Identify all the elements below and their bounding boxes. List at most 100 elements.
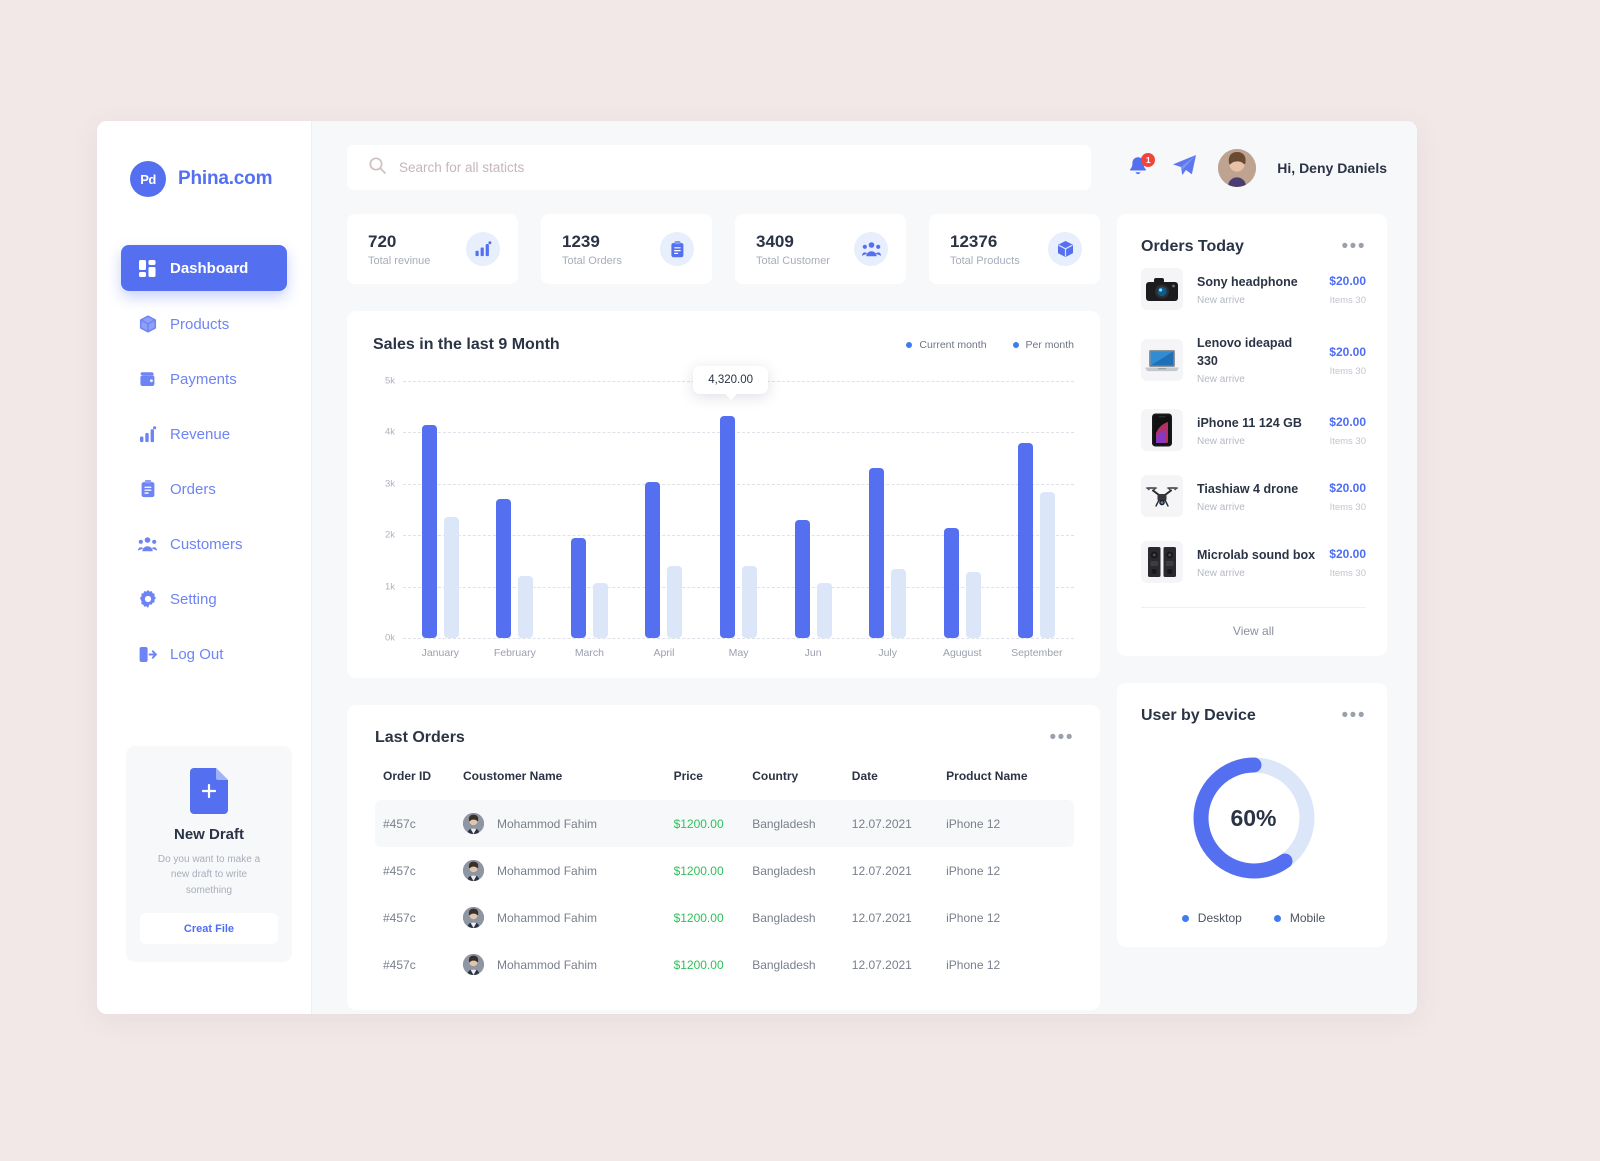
bar-per-month[interactable]	[518, 576, 534, 638]
grid-icon	[138, 259, 157, 278]
wallet-icon	[138, 370, 157, 389]
bar-per-month[interactable]	[742, 566, 758, 638]
bar-current-month[interactable]	[496, 499, 512, 638]
sidebar-item-orders[interactable]: Orders	[121, 467, 287, 511]
cell-order-id: #457c	[383, 957, 416, 972]
avatar	[463, 860, 484, 881]
bar-per-month[interactable]	[816, 582, 832, 638]
bar-current-month[interactable]	[869, 468, 885, 638]
draft-title: New Draft	[173, 825, 244, 843]
bar-group[interactable]	[925, 381, 1000, 638]
bar-group[interactable]	[403, 381, 478, 638]
orders-today-list: Sony headphone New arrive $20.00 Items 30 Le…	[1141, 256, 1366, 595]
x-axis-label: April	[653, 647, 675, 659]
brand[interactable]: Pd Phina.com	[97, 147, 311, 197]
table-row[interactable]: #457c Mohammod Fahim $1200.00 Bangladesh 12.…	[375, 847, 1074, 894]
sidebar-item-logout[interactable]: Log Out	[121, 632, 287, 676]
legend-item-mobile[interactable]: Mobile	[1273, 911, 1326, 925]
y-axis: 0k 1k 2k 3k 4k 5k	[373, 376, 403, 644]
stat-value: 720	[368, 231, 397, 251]
ellipsis-icon[interactable]: •••	[1342, 706, 1366, 726]
stat-label: Total Customer	[756, 255, 830, 268]
legend-item-current-month[interactable]: Current month	[906, 339, 987, 351]
legend-label: Mobile	[1289, 911, 1326, 925]
search-input[interactable]	[399, 160, 1069, 175]
content-area: 720 Total revinue 1239 Total Orders 3409…	[312, 214, 1417, 1014]
bar-per-month[interactable]	[965, 572, 981, 638]
cell-date: 12.07.2021	[851, 957, 912, 972]
legend-dot	[906, 342, 913, 348]
sidebar-item-payments[interactable]: Payments	[121, 357, 287, 401]
cell-product-name: iPhone 12	[946, 863, 1001, 878]
stat-card-total-customer[interactable]: 3409 Total Customer	[735, 214, 906, 284]
speaker-icon	[1141, 541, 1183, 583]
view-all-link[interactable]: View all	[1141, 607, 1366, 638]
stat-card-total-orders[interactable]: 1239 Total Orders	[541, 214, 712, 284]
sidebar-item-customers[interactable]: Customers	[121, 522, 287, 566]
box-icon	[1048, 232, 1082, 266]
right-column: Orders Today ••• Sony headphone New arriv…	[1117, 214, 1417, 1014]
bar-group[interactable]	[552, 381, 627, 638]
logout-icon	[138, 645, 157, 664]
bar-current-month[interactable]	[943, 527, 959, 638]
x-axis-label: March	[574, 647, 604, 659]
brand-monogram-icon: Pd	[130, 161, 166, 197]
send-plane-icon[interactable]	[1172, 154, 1197, 182]
bar-group[interactable]: 4,320.00	[693, 365, 776, 638]
avatar	[463, 907, 484, 928]
bar-group[interactable]	[1000, 381, 1075, 638]
bar-per-month[interactable]	[592, 583, 608, 638]
sidebar-item-revenue[interactable]: Revenue	[121, 412, 287, 456]
left-column: 720 Total revinue 1239 Total Orders 3409…	[312, 214, 1117, 1014]
stat-card-total-revenue[interactable]: 720 Total revinue	[347, 214, 518, 284]
list-item[interactable]: iPhone 11 124 GB New arrive $20.00 Items 30	[1141, 397, 1366, 463]
stat-card-total-products[interactable]: 12376 Total Products	[929, 214, 1100, 284]
order-item-name: Lenovo ideapad 330	[1197, 336, 1293, 368]
bar-per-month[interactable]	[443, 517, 459, 638]
avatar	[463, 954, 484, 975]
sidebar-item-dashboard[interactable]: Dashboard	[121, 245, 287, 291]
table-header-row: Order ID Coustomer Name Price Country Date Pr…	[375, 769, 1074, 800]
table-row[interactable]: #457c Mohammod Fahim $1200.00 Bangladesh 12.…	[375, 941, 1074, 988]
cell-date: 12.07.2021	[851, 863, 912, 878]
bar-per-month[interactable]	[891, 568, 907, 638]
ellipsis-icon[interactable]: •••	[1342, 237, 1366, 257]
search-bar[interactable]	[347, 145, 1091, 190]
bar-current-month[interactable]	[645, 482, 661, 638]
bar-current-month[interactable]	[421, 424, 437, 638]
draft-description: Do you want to make a new draft to write…	[157, 853, 261, 896]
legend-item-per-month[interactable]: Per month	[1012, 339, 1074, 351]
sidebar-item-label: Payments	[170, 370, 237, 388]
sidebar-item-setting[interactable]: Setting	[121, 577, 287, 621]
create-file-button[interactable]: Creat File	[140, 913, 278, 944]
bar-current-month[interactable]	[1018, 442, 1034, 638]
main-area: 1 Hi, Deny Daniels	[312, 121, 1417, 1014]
notification-badge: 1	[1141, 152, 1156, 167]
list-item[interactable]: Microlab sound box New arrive $20.00 Items …	[1141, 529, 1366, 595]
bar-per-month[interactable]	[667, 566, 683, 638]
ellipsis-icon[interactable]: •••	[1050, 728, 1074, 748]
legend-item-desktop[interactable]: Desktop	[1181, 911, 1242, 925]
bar-current-month[interactable]	[720, 415, 736, 638]
sidebar-item-products[interactable]: Products	[121, 302, 287, 346]
bar-current-month[interactable]	[794, 519, 810, 638]
table-row[interactable]: #457c Mohammod Fahim $1200.00 Bangladesh 12.…	[375, 800, 1074, 847]
last-orders-table: Order ID Coustomer Name Price Country Date Pr…	[375, 769, 1074, 988]
cell-product-name: iPhone 12	[946, 800, 1074, 847]
notification-bell[interactable]: 1	[1127, 152, 1156, 181]
list-item[interactable]: Tiashiaw 4 drone New arrive $20.00 Items 30	[1141, 463, 1366, 529]
bar-per-month[interactable]	[1040, 491, 1056, 638]
stat-label: Total Orders	[562, 255, 622, 268]
cell-customer-name: Mohammod Fahim	[463, 800, 674, 847]
sidebar-item-label: Orders	[170, 480, 216, 498]
table-row[interactable]: #457c Mohammod Fahim $1200.00 Bangladesh 12.…	[375, 894, 1074, 941]
bar-current-month[interactable]	[570, 537, 586, 638]
sidebar-item-label: Revenue	[170, 425, 231, 443]
list-item[interactable]: Lenovo ideapad 330 New arrive $20.00 Items …	[1141, 322, 1366, 397]
bar-group[interactable]	[627, 381, 702, 638]
bar-group[interactable]	[850, 381, 925, 638]
bar-group[interactable]	[776, 381, 851, 638]
list-item[interactable]: Sony headphone New arrive $20.00 Items 30	[1141, 256, 1366, 322]
avatar[interactable]	[1218, 148, 1257, 187]
bar-group[interactable]	[478, 381, 553, 638]
